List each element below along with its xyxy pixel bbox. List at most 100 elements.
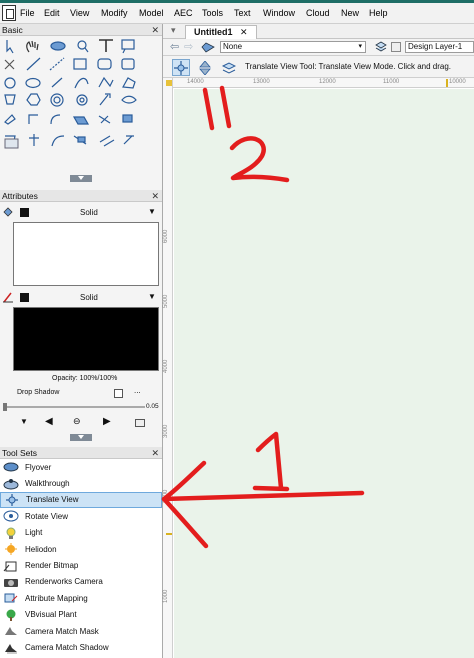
trim-icon [98,115,111,124]
menu-tools[interactable]: Tools [202,8,223,18]
fillet-box-icon [4,138,19,149]
menu-text[interactable]: Text [234,8,251,18]
next-arrow-icon[interactable]: ▶ [103,416,111,427]
menu-new[interactable]: New [341,8,359,18]
back-arrow-icon[interactable]: ⇦ [170,40,179,53]
link-icon[interactable]: ⊖ [73,416,81,427]
toolset-translate-view[interactable]: Translate View [0,491,162,509]
translate-view-mode-button[interactable] [172,59,190,76]
fill-style-value[interactable]: Solid [80,208,98,217]
translate-view-icon [4,493,20,507]
ruler-label: 6000 [163,229,169,243]
close-icon[interactable]: ✕ [151,190,159,202]
reshape-icon [51,135,65,147]
mirror-icon [123,135,134,145]
toolset-rotate-view[interactable]: Rotate View [0,508,162,524]
layer-options-icon[interactable] [391,42,401,52]
toolset-flyover[interactable]: Flyover [0,459,162,475]
close-icon[interactable]: ✕ [151,447,159,459]
toolsets-palette-title: Tool Sets [2,448,37,458]
toolset-vbvisual-plant[interactable]: VBvisual Plant [0,607,162,623]
basic-palette-title: Basic [2,25,23,35]
class-icon[interactable] [201,42,215,53]
arc-icon [51,77,63,88]
fill-preview [13,222,159,286]
basic-collapse-tab[interactable] [70,175,92,182]
menu-window[interactable]: Window [263,8,295,18]
toolset-render-bitmap[interactable]: Render Bitmap [0,557,162,573]
menu-edit[interactable]: Edit [44,8,60,18]
polyline-icon [98,76,114,88]
pen-color-swatch[interactable] [20,293,29,302]
toolset-walkthrough[interactable]: Walkthrough [0,475,162,491]
thickness-slider-track[interactable] [3,406,145,408]
pen-style-value[interactable]: Solid [80,293,98,302]
drop-shadow-more-button[interactable]: ... [134,386,141,395]
toolset-camera-match-mask[interactable]: Camera Match Mask [0,623,162,639]
view-options-mode-button[interactable] [220,59,238,76]
ruler-label: 10000 [449,79,466,85]
vertical-translate-icon [199,60,211,75]
drawing-canvas[interactable] [174,89,474,658]
toolset-camera-match-shadow[interactable]: Camera Match Shadow [0,639,162,655]
layer-dropdown[interactable]: Design Layer-1 [405,41,474,53]
vertical-translate-mode-button[interactable] [196,59,214,76]
drop-shadow-checkbox[interactable] [114,389,123,398]
thickness-value: 0.05 [146,403,159,410]
double-line-icon [49,57,65,71]
toolset-renderworks-camera[interactable]: Renderworks Camera [0,574,162,590]
close-icon[interactable]: ✕ [240,27,248,37]
offset-icon [72,116,90,125]
oval-icon [25,77,41,89]
app-icon[interactable] [2,5,16,21]
pen-icon[interactable] [2,291,14,303]
layer-icon[interactable] [375,41,387,53]
thickness-slider-handle[interactable] [3,403,7,411]
class-dropdown[interactable]: None ▾ [220,41,366,53]
close-icon[interactable]: ✕ [151,24,159,36]
clip-icon [122,114,133,123]
ruler-label: 14000 [187,79,204,85]
rounded-rect-2-icon [121,58,135,70]
attributes-palette-title: Attributes [2,191,38,201]
basic-tools-icons[interactable] [2,38,160,150]
tab-untitled1[interactable]: Untitled1 ✕ [185,25,257,39]
menu-modify[interactable]: Modify [101,8,128,18]
fillet-icon [50,114,61,125]
prev-arrow-icon[interactable]: ◀ [45,416,53,427]
scale-icon [99,135,115,147]
connect-combine-icon [29,134,39,146]
forward-arrow-icon[interactable]: ⇨ [184,40,193,53]
spiral-shape-icon [4,94,16,105]
fill-bucket-icon[interactable] [2,207,13,218]
tab-menu-icon[interactable]: ▾ [171,25,176,36]
menu-help[interactable]: Help [369,8,388,18]
spiral-icon [50,93,64,107]
line-icon [26,57,41,71]
opacity-label[interactable]: Opacity: 100%/100% [52,375,117,382]
dropdown-small-icon[interactable]: ▼ [20,417,28,426]
vertical-ruler: 6000 5000 4000 3000 2000 1000 [163,78,173,658]
fill-style-dropdown-icon[interactable]: ▼ [148,207,156,216]
drop-shadow-label: Drop Shadow [17,389,60,396]
menu-aec[interactable]: AEC [174,8,193,18]
menu-file[interactable]: File [20,8,35,18]
attributes-options-icon[interactable] [135,419,145,427]
toolset-light[interactable]: Light [0,525,162,541]
rotate-view-icon [3,509,19,523]
fill-color-swatch[interactable] [20,208,29,217]
toolset-attribute-mapping[interactable]: Attribute Mapping [0,590,162,606]
connect-icon [28,114,38,124]
freehand-icon [74,77,89,89]
locus-icon [4,59,15,70]
menu-model[interactable]: Model [139,8,164,18]
menu-view[interactable]: View [70,8,89,18]
ruler-cursor-marker [166,533,172,535]
visibility-eye-icon [121,95,137,104]
attributes-collapse-tab[interactable] [70,434,92,441]
menu-cloud[interactable]: Cloud [306,8,330,18]
ruler-label: 5000 [163,294,169,308]
toolset-heliodon[interactable]: Heliodon [0,541,162,557]
pen-style-dropdown-icon[interactable]: ▼ [148,292,156,301]
attributes-palette-header: Attributes ✕ [0,190,162,202]
